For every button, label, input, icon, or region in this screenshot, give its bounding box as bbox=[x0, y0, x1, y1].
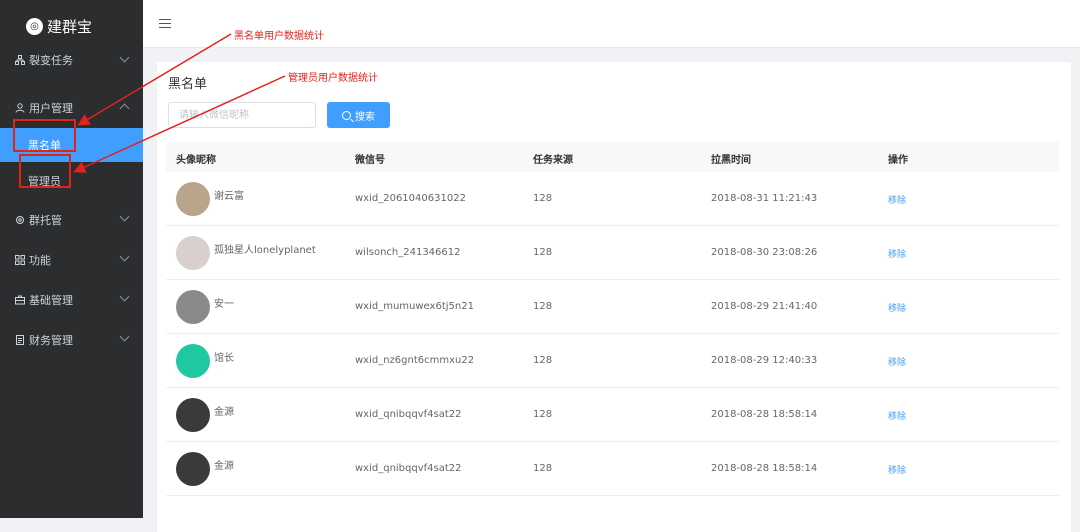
arrow-to-admin bbox=[73, 75, 286, 173]
annotation-arrows bbox=[73, 33, 286, 173]
